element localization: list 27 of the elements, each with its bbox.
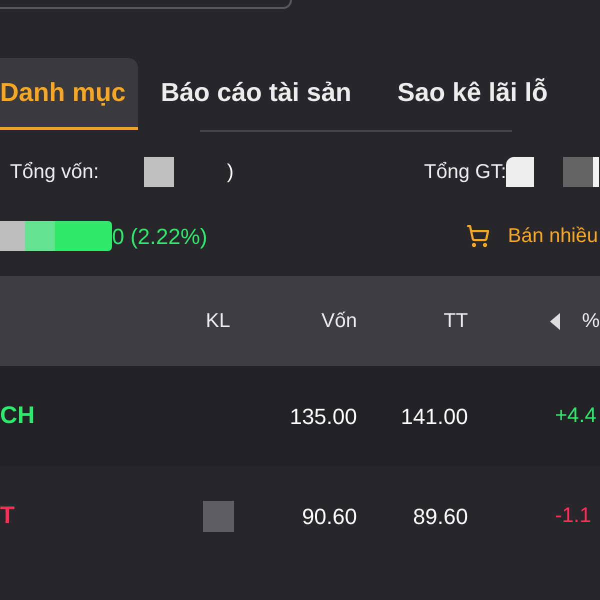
table-cell-text: 135.00 (290, 402, 357, 430)
column-header: % (582, 309, 600, 334)
text-field[interactable] (0, 0, 292, 9)
redaction-block (144, 157, 174, 187)
column-header: KL (206, 309, 230, 334)
stock-symbol: T (0, 501, 15, 531)
table-row[interactable]: CH 135.00 141.00 +4.4 (0, 366, 600, 466)
total-capital-value: ) (226, 160, 234, 185)
table-cell-text: 90.60 (302, 502, 357, 530)
caret-left-icon[interactable] (550, 312, 560, 330)
change-percent: -1.1 (555, 503, 592, 530)
sell-many-button[interactable]: Bán nhiều (466, 221, 598, 251)
column-header: TT (444, 309, 468, 334)
change-percent: +4.4 (555, 403, 596, 430)
column-header: Vốn (321, 309, 357, 334)
tab[interactable]: Danh mục (0, 58, 138, 130)
cart-icon (466, 224, 490, 248)
redaction-block (0, 221, 25, 251)
profit-value: 0 (2.22%) (112, 222, 208, 250)
tab[interactable]: Sao kê lãi lỗ (374, 58, 571, 130)
table-cell-text: 89.60 (412, 502, 468, 530)
stock-symbol: CH (0, 401, 35, 431)
redaction-block (506, 157, 534, 187)
total-capital-label: Tổng vốn: (10, 160, 99, 185)
total-value-label: Tổng GT: (424, 160, 506, 185)
tab[interactable]: Báo cáo tài sản (138, 58, 374, 130)
table-cell-text: 141.00 (400, 402, 468, 430)
